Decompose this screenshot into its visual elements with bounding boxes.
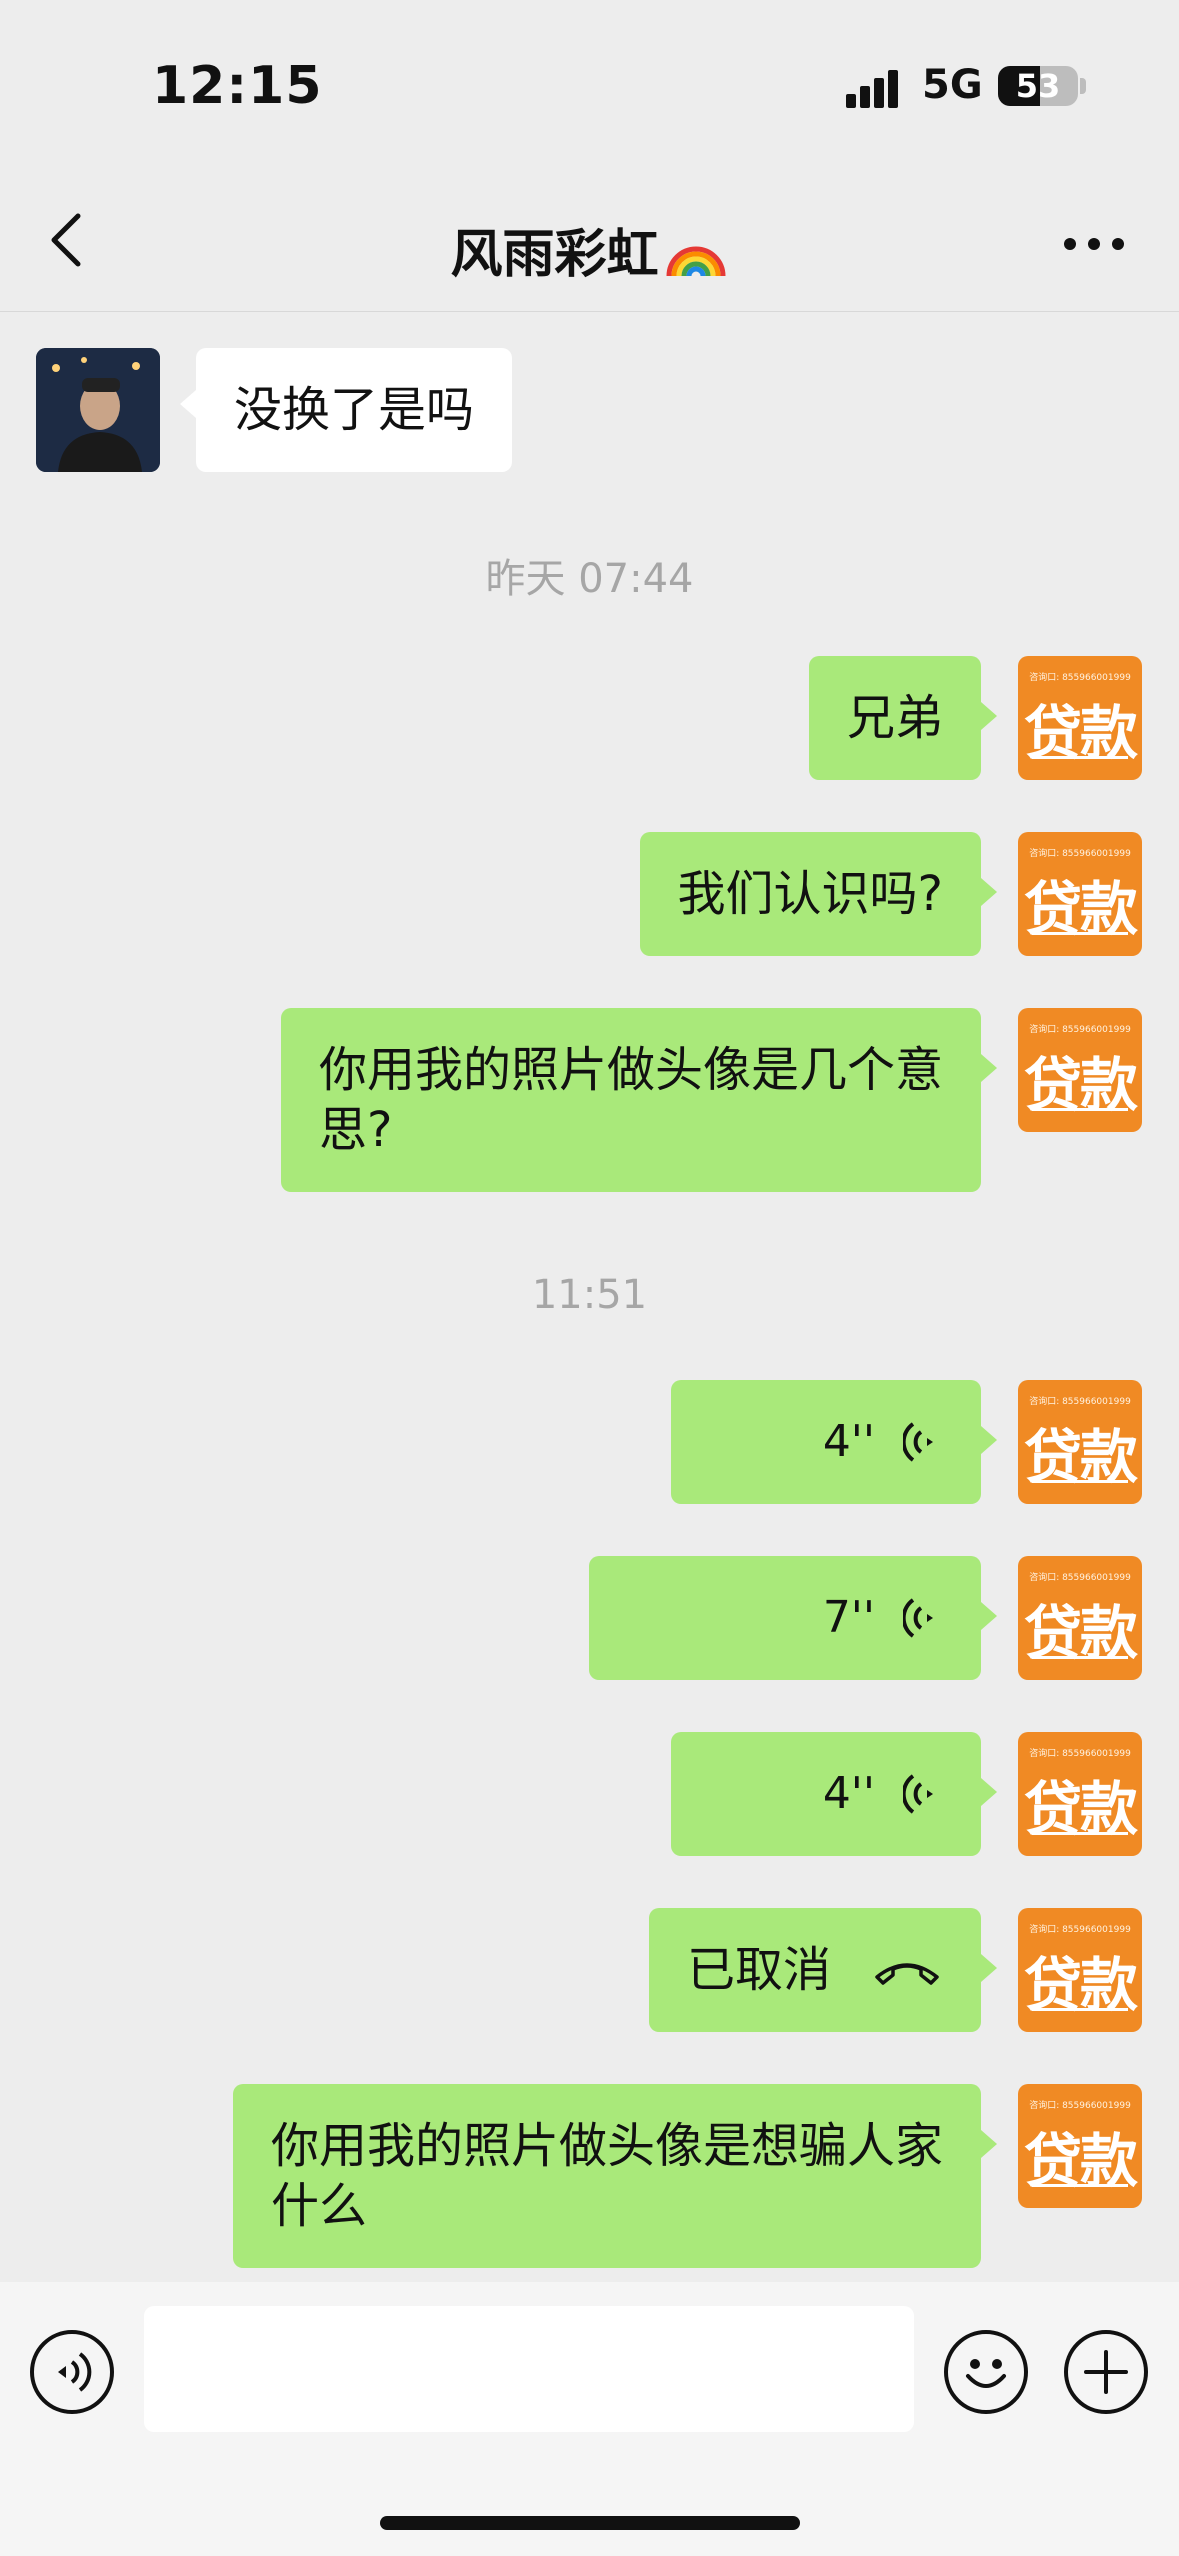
avatar-underline xyxy=(1032,1656,1128,1659)
voice-duration: 4'' xyxy=(822,1768,875,1819)
more-options-icon[interactable] xyxy=(1060,232,1130,256)
avatar-small-text: 咨询口: 855966001999 xyxy=(1029,1573,1131,1583)
contact-avatar[interactable] xyxy=(36,348,160,472)
message-bubble-outgoing[interactable]: 你用我的照片做头像是想骗人家 什么 xyxy=(232,2084,998,2268)
self-avatar[interactable]: 咨询口: 855966001999 贷款 xyxy=(1018,1380,1142,1504)
avatar-underline xyxy=(1032,1832,1128,1835)
status-time: 12:15 xyxy=(152,56,323,116)
timestamp: 昨天 07:44 xyxy=(485,556,694,602)
message-list: 没换了是吗 昨天 07:44 兄弟 咨询口: 855966001999 贷款 我… xyxy=(0,312,1179,2282)
home-indicator[interactable] xyxy=(380,2516,800,2530)
self-avatar[interactable]: 咨询口: 855966001999 贷款 xyxy=(1018,1008,1142,1132)
message-text-line: 什么 xyxy=(270,2178,367,2234)
voice-message[interactable]: 4'' xyxy=(671,1380,997,1504)
rainbow-icon xyxy=(666,246,725,277)
message-text: 我们认识吗? xyxy=(677,866,943,922)
message-text-line: 你用我的照片做头像是几个意 xyxy=(318,1042,943,1098)
avatar-underline xyxy=(1032,756,1128,759)
chat-title-text: 风雨彩虹 xyxy=(450,225,659,285)
voice-message[interactable]: 4'' xyxy=(671,1732,997,1856)
avatar-small-text: 咨询口: 855966001999 xyxy=(1029,2101,1131,2111)
smiley-icon xyxy=(966,2359,1006,2388)
message-bubble-outgoing[interactable]: 你用我的照片做头像是几个意 思? xyxy=(280,1008,998,1192)
chat-title: 风雨彩虹 xyxy=(0,212,1179,287)
message-text-line: 你用我的照片做头像是想骗人家 xyxy=(270,2118,943,2174)
avatar-small-text: 咨询口: 855966001999 xyxy=(1029,849,1131,859)
self-avatar[interactable]: 咨询口: 855966001999 贷款 xyxy=(1018,1908,1142,2032)
call-message[interactable]: 已取消 xyxy=(649,1908,997,2032)
voice-message[interactable]: 7'' xyxy=(589,1556,997,1680)
self-avatar[interactable]: 咨询口: 855966001999 贷款 xyxy=(1018,656,1142,780)
status-bar: 12:15 5G 53 xyxy=(0,0,1179,170)
avatar-small-text: 咨询口: 855966001999 xyxy=(1029,1925,1131,1935)
avatar-underline xyxy=(1032,2008,1128,2011)
message-text: 没换了是吗 xyxy=(234,382,475,438)
voice-input-button[interactable] xyxy=(30,2330,114,2414)
voice-wave-icon xyxy=(903,1774,933,1814)
chat-header: 风雨彩虹 xyxy=(0,170,1179,312)
avatar-underline xyxy=(1032,1480,1128,1483)
voice-wave-icon xyxy=(903,1598,933,1638)
battery-percent: 53 xyxy=(1015,67,1061,105)
contact-photo xyxy=(36,348,160,472)
self-avatar[interactable]: 咨询口: 855966001999 贷款 xyxy=(1018,2084,1142,2208)
voice-wave-icon xyxy=(903,1422,933,1462)
self-avatar[interactable]: 咨询口: 855966001999 贷款 xyxy=(1018,1556,1142,1680)
message-input[interactable] xyxy=(144,2306,914,2432)
call-status-text: 已取消 xyxy=(687,1942,832,1998)
avatar-small-text: 咨询口: 855966001999 xyxy=(1029,673,1131,683)
message-bubble-outgoing[interactable]: 我们认识吗? xyxy=(639,832,998,956)
signal-icon xyxy=(846,68,906,108)
timestamp: 11:51 xyxy=(531,1272,648,1318)
plus-icon xyxy=(1084,2350,1128,2394)
more-functions-button[interactable] xyxy=(1064,2330,1148,2414)
message-bubble-outgoing[interactable]: 兄弟 xyxy=(808,656,998,780)
voice-wave-icon xyxy=(58,2352,92,2392)
network-label: 5G xyxy=(922,62,983,108)
message-text-line: 思? xyxy=(318,1102,393,1158)
battery-icon: 53 xyxy=(998,66,1078,106)
avatar-underline xyxy=(1032,1108,1128,1111)
avatar-underline xyxy=(1032,2184,1128,2187)
avatar-small-text: 咨询口: 855966001999 xyxy=(1029,1025,1131,1035)
avatar-underline xyxy=(1032,932,1128,935)
voice-duration: 4'' xyxy=(822,1416,875,1467)
avatar-small-text: 咨询口: 855966001999 xyxy=(1029,1749,1131,1759)
message-text: 兄弟 xyxy=(846,690,943,746)
phone-hangup-icon xyxy=(875,1963,939,1985)
message-bubble-incoming[interactable]: 没换了是吗 xyxy=(179,348,513,472)
battery-tip xyxy=(1080,78,1086,94)
voice-duration: 7'' xyxy=(822,1592,875,1643)
avatar-small-text: 咨询口: 855966001999 xyxy=(1029,1397,1131,1407)
self-avatar[interactable]: 咨询口: 855966001999 贷款 xyxy=(1018,832,1142,956)
emoji-button[interactable] xyxy=(944,2330,1028,2414)
input-bar xyxy=(0,2282,1179,2556)
self-avatar[interactable]: 咨询口: 855966001999 贷款 xyxy=(1018,1732,1142,1856)
